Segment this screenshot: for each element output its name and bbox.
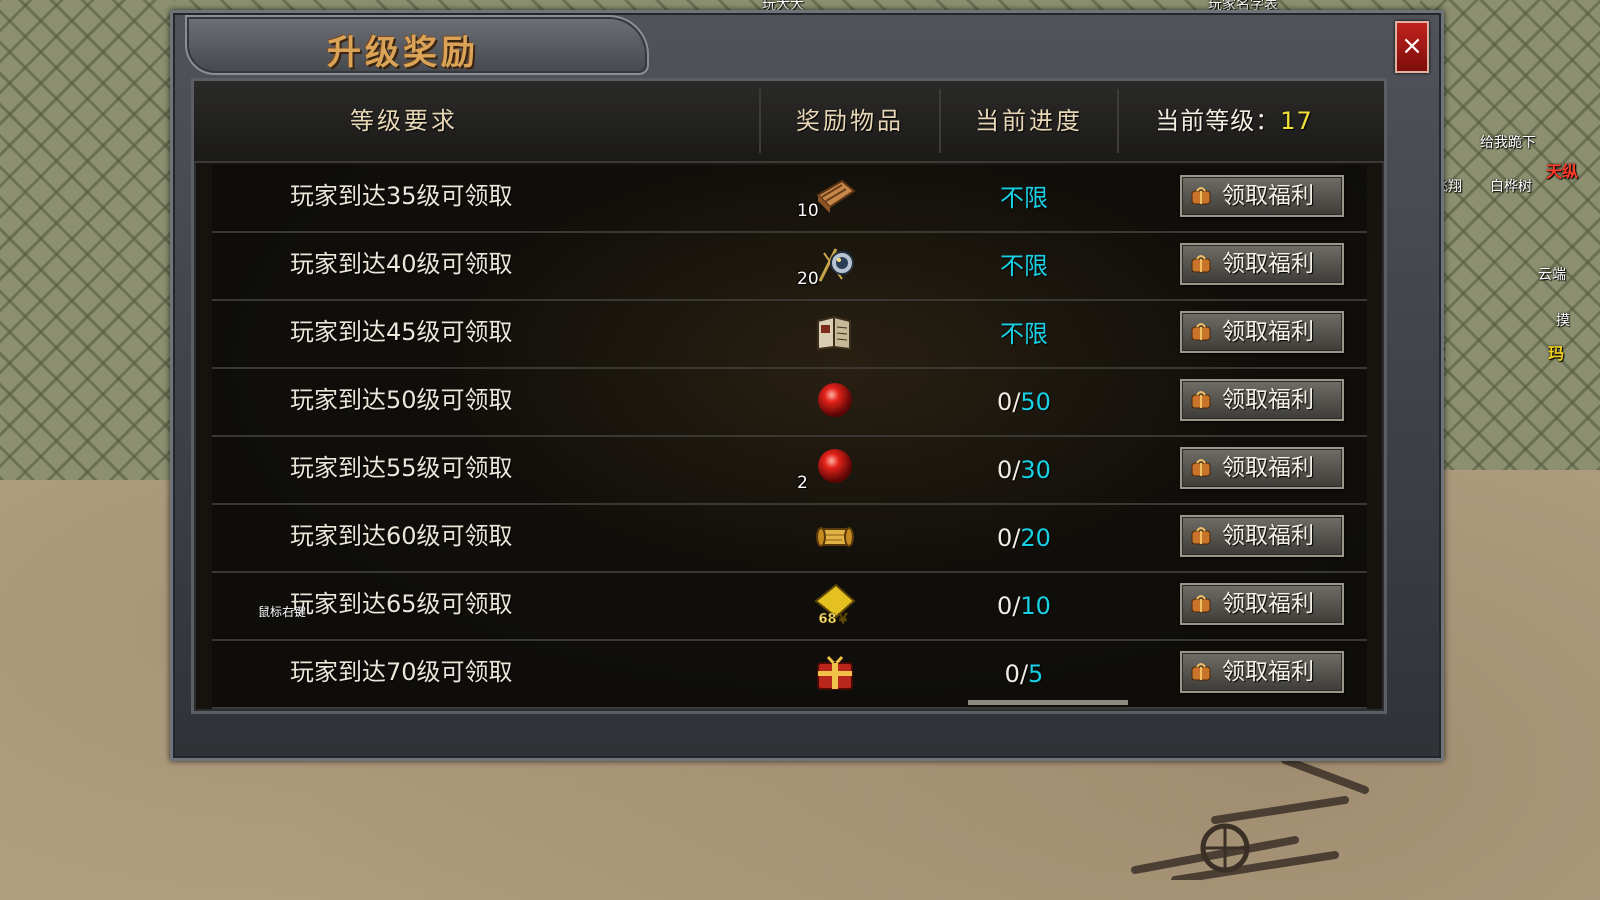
npc-name-label[interactable]: 天纵 [1546, 158, 1578, 182]
progress-separator: / [1019, 660, 1029, 688]
claim-reward-button[interactable]: 领取福利 [1180, 447, 1344, 489]
item-count: 2 [797, 473, 808, 493]
progress-value: 0/5 [924, 641, 1124, 707]
background-grass-left [0, 0, 175, 480]
table-row: 玩家到达45级可领取 不限 领取福利 [212, 301, 1367, 369]
claim-reward-label: 领取福利 [1222, 659, 1314, 685]
claim-reward-button[interactable]: 领取福利 [1180, 379, 1344, 421]
item-count: 20 [797, 269, 819, 289]
zone-name-label: 玛 [1548, 344, 1565, 363]
table-row: 玩家到达35级可领取 10 不限 领取福利 [212, 165, 1367, 233]
window-title: 升级奖励 [327, 33, 479, 73]
progress-total: 不限 [1000, 252, 1048, 280]
background-grass-right [1420, 0, 1600, 470]
current-level-value: 17 [1280, 107, 1313, 135]
table-row: 玩家到达70级可领取 0/5 领取福利 [212, 641, 1367, 709]
gift-bag-icon [1191, 187, 1211, 205]
progress-value: 0/20 [924, 505, 1124, 571]
table-row: 玩家到达60级可领取 0/20 领取福利 [212, 505, 1367, 573]
progress-total: 不限 [1000, 184, 1048, 212]
gift-bag-icon [1191, 663, 1211, 681]
current-level: 当前等级：17 [1124, 81, 1344, 161]
claim-reward-label: 领取福利 [1222, 523, 1314, 549]
table-row: 玩家到达50级可领取 0/50 领取福利 [212, 369, 1367, 437]
claim-reward-label: 领取福利 [1222, 455, 1314, 481]
reward-table: 等级要求 奖励物品 当前进度 当前等级：17 玩家到达35级可领取 10 不限 … [191, 78, 1387, 714]
progress-value: 0/50 [924, 369, 1124, 435]
gift-bag-icon [1191, 391, 1211, 409]
claim-reward-label: 领取福利 [1222, 183, 1314, 209]
progress-done: 0 [997, 592, 1013, 620]
gift-bag-icon [1191, 595, 1211, 613]
yuan-coupon-icon[interactable]: 68￥ [812, 581, 858, 627]
progress-done: 0 [1004, 660, 1020, 688]
progress-value: 0/10 [924, 573, 1124, 639]
broken-cart-icon [1131, 760, 1369, 880]
header-level-requirement: 等级要求 [350, 107, 458, 135]
npc-name-label[interactable]: 摸 [1556, 310, 1570, 330]
item-count: 10 [797, 201, 819, 221]
progress-value: 不限 [924, 165, 1124, 231]
gift-box-icon[interactable] [812, 649, 858, 695]
progress-total: 5 [1028, 660, 1044, 688]
level-requirement-text: 玩家到达35级可领取 [290, 182, 513, 210]
table-header: 等级要求 奖励物品 当前进度 当前等级：17 [194, 81, 1384, 163]
close-icon: × [1401, 31, 1423, 61]
level-requirement-text: 玩家到达65级可领取 [290, 590, 513, 618]
claim-reward-button[interactable]: 领取福利 [1180, 583, 1344, 625]
table-row: 玩家到达40级可领取 20 不限 领取福利 [212, 233, 1367, 301]
level-requirement-text: 玩家到达60级可领取 [290, 522, 513, 550]
progress-total: 10 [1020, 592, 1051, 620]
golden-scroll-icon[interactable] [812, 513, 858, 559]
npc-name-label[interactable]: 白桦树 [1490, 176, 1532, 196]
progress-done: 0 [997, 456, 1013, 484]
gift-bag-icon [1191, 323, 1211, 341]
claim-reward-button[interactable]: 领取福利 [1180, 243, 1344, 285]
claim-reward-button[interactable]: 领取福利 [1180, 515, 1344, 557]
header-reward-item: 奖励物品 [796, 107, 904, 135]
gift-bag-icon [1191, 527, 1211, 545]
header-progress: 当前进度 [975, 107, 1083, 135]
upgrade-reward-window: 升级奖励 × 等级要求 奖励物品 当前进度 当前等级：17 玩家到达35级可领取… [170, 10, 1444, 761]
progress-total: 50 [1020, 388, 1051, 416]
progress-total: 20 [1020, 524, 1051, 552]
title-plate: 升级奖励 [185, 15, 649, 75]
red-orb-icon[interactable] [812, 377, 858, 423]
table-row: 玩家到达65级可领取 68￥ 0/10 领取福利 [212, 573, 1367, 641]
level-requirement-text: 玩家到达70级可领取 [290, 658, 513, 686]
coupon-value-text: 68￥ [818, 612, 849, 627]
claim-reward-label: 领取福利 [1222, 591, 1314, 617]
progress-total: 30 [1020, 456, 1051, 484]
progress-value: 0/30 [924, 437, 1124, 503]
header-divider [1117, 89, 1119, 153]
gift-bag-icon [1191, 459, 1211, 477]
progress-total: 不限 [1000, 320, 1048, 348]
npc-name-label[interactable]: 云端 [1538, 264, 1566, 284]
claim-reward-button[interactable]: 领取福利 [1180, 651, 1344, 693]
level-requirement-text: 玩家到达45级可领取 [290, 318, 513, 346]
table-row: 玩家到达55级可领取 2 0/30 领取福利 [212, 437, 1367, 505]
level-requirement-text: 玩家到达50级可领取 [290, 386, 513, 414]
claim-reward-label: 领取福利 [1222, 319, 1314, 345]
open-book-icon[interactable] [812, 309, 858, 355]
claim-reward-label: 领取福利 [1222, 251, 1314, 277]
claim-reward-button[interactable]: 领取福利 [1180, 175, 1344, 217]
mouse-right-click-hint: 鼠标右键 [258, 605, 307, 619]
level-requirement-text: 玩家到达55级可领取 [290, 454, 513, 482]
next-row-peek [968, 700, 1128, 705]
progress-value: 不限 [924, 233, 1124, 299]
claim-reward-button[interactable]: 领取福利 [1180, 311, 1344, 353]
gift-bag-icon [1191, 255, 1211, 273]
red-orb-icon[interactable] [812, 445, 858, 491]
progress-done: 0 [997, 388, 1013, 416]
close-button[interactable]: × [1395, 21, 1429, 73]
claim-reward-label: 领取福利 [1222, 387, 1314, 413]
current-level-label: 当前等级： [1155, 107, 1281, 135]
level-requirement-text: 玩家到达40级可领取 [290, 250, 513, 278]
progress-done: 0 [997, 524, 1013, 552]
progress-value: 不限 [924, 301, 1124, 367]
npc-name-label[interactable]: 给我跪下 [1480, 132, 1536, 152]
